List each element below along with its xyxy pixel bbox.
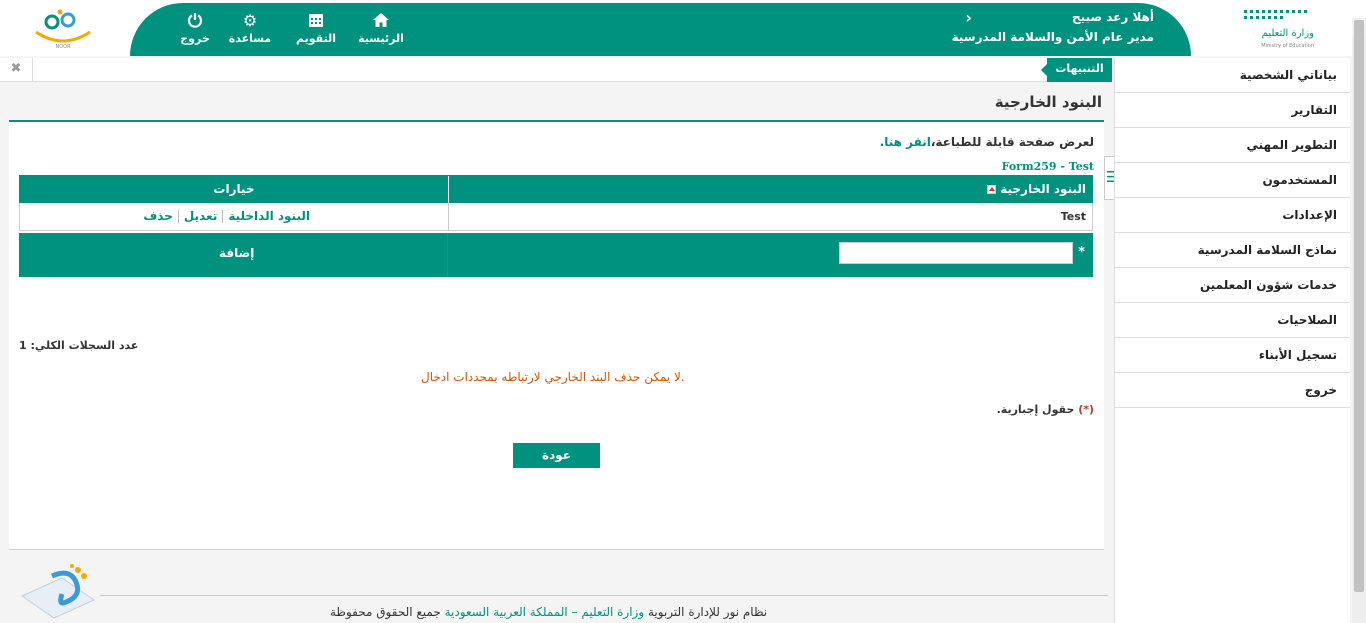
form-id: Form259 - Test: [1001, 160, 1094, 173]
svg-text:وزارة التعليم: وزارة التعليم: [1262, 28, 1314, 39]
nav-home[interactable]: الرئيسية: [351, 12, 411, 45]
sidebar-item-teacher-services[interactable]: خدمات شؤون المعلمين: [1115, 268, 1350, 303]
page-title: البنود الخارجية: [994, 93, 1102, 111]
column-header-name[interactable]: البنود الخارجية: [448, 176, 1092, 203]
top-header: NOOR خروج ⚙ مساعدة التقويم الرئيسية › أه…: [0, 0, 1366, 56]
footer: نظام نور للإدارة التربوية وزارة التعليم …: [330, 605, 767, 619]
edit-link[interactable]: تعديل: [184, 209, 217, 223]
main-content: ✖ التنبيهات البنود الخارجية ☰ لعرض صفحة …: [0, 58, 1120, 623]
required-note-star: (*): [1078, 403, 1094, 416]
gear-icon: ⚙: [242, 11, 258, 30]
sidebar-item-settings[interactable]: الإعدادات: [1115, 198, 1350, 233]
nav-calendar-label: التقويم: [296, 32, 336, 45]
divider: [177, 210, 179, 223]
content-panel: ☰ لعرض صفحة قابلة للطباعة،انقر هنا. Form…: [9, 120, 1120, 550]
sort-icon[interactable]: [987, 185, 997, 194]
sidebar: بياناتي الشخصية التقارير التطوير المهني …: [1114, 58, 1350, 623]
delete-link[interactable]: حذف: [143, 209, 173, 223]
nav-home-label: الرئيسية: [358, 32, 404, 45]
total-records: عدد السجلات الكلي: 1: [19, 339, 139, 352]
print-line: لعرض صفحة قابلة للطباعة،انقر هنا.: [880, 135, 1094, 149]
warning-message: لا يمكن حذف البند الخارجي لارتباطه بمحدد…: [421, 370, 685, 384]
vertical-scrollbar[interactable]: [1352, 18, 1366, 623]
user-greeting: أهلا رعد صبيح: [1072, 10, 1154, 24]
calendar-icon: [286, 12, 346, 32]
add-button[interactable]: إضافة: [219, 246, 254, 260]
sidebar-item-users[interactable]: المستخدمون: [1115, 163, 1350, 198]
footer-ministry: وزارة التعليم – المملكة العربية السعودية: [444, 605, 645, 619]
nav-help[interactable]: ⚙ مساعدة: [220, 11, 280, 46]
nav-logout-label: خروج: [180, 32, 210, 45]
footer-system: نظام نور للإدارة التربوية: [647, 605, 768, 619]
svg-text:Ministry of Education: Ministry of Education: [1261, 43, 1314, 49]
footer-rights: جميع الحقوق محفوظة: [330, 605, 441, 619]
sidebar-item-professional-development[interactable]: التطوير المهني: [1115, 128, 1350, 163]
alerts-bar: ✖ التنبيهات: [0, 58, 1112, 82]
print-text: لعرض صفحة قابلة للطباعة،: [930, 135, 1094, 149]
cell-name: Test: [448, 203, 1092, 230]
column-header-options: خيارات: [213, 182, 255, 196]
back-button[interactable]: عودة: [513, 443, 600, 468]
scrollbar-thumb[interactable]: [1354, 20, 1364, 592]
svg-text:NOOR: NOOR: [55, 44, 71, 50]
sidebar-item-children-registration[interactable]: تسجيل الأبناء: [1115, 338, 1350, 373]
power-icon: [165, 12, 225, 32]
user-role: مدير عام الأمن والسلامة المدرسية: [951, 30, 1154, 44]
home-icon: [351, 12, 411, 32]
chevron-right-icon[interactable]: ›: [965, 8, 972, 27]
new-item-input[interactable]: [839, 242, 1073, 264]
grid-header: البنود الخارجية خيارات: [19, 175, 1093, 203]
footer-divider: [100, 595, 1108, 596]
divider: [447, 233, 448, 277]
required-note-text: حقول إجبارية.: [996, 403, 1075, 416]
sidebar-item-permissions[interactable]: الصلاحيات: [1115, 303, 1350, 338]
nav-calendar[interactable]: التقويم: [286, 12, 346, 45]
nav-logout[interactable]: خروج: [165, 12, 225, 45]
items-grid: البنود الخارجية خيارات Test البنود الداخ…: [19, 175, 1093, 277]
nav-help-label: مساعدة: [228, 32, 272, 45]
column-header-name-label: البنود الخارجية: [1000, 182, 1086, 196]
close-icon[interactable]: ✖: [0, 58, 33, 82]
cell-options: البنود الداخلية تعديل حذف: [20, 203, 448, 230]
add-row: * إضافة: [19, 233, 1093, 277]
noor-mascot-logo: [20, 564, 96, 619]
noor-logo[interactable]: NOOR: [30, 6, 96, 50]
sidebar-item-logout[interactable]: خروج: [1115, 373, 1350, 408]
sidebar-item-reports[interactable]: التقارير: [1115, 93, 1350, 128]
divider: [222, 210, 224, 223]
table-row: Test البنود الداخلية تعديل حذف: [19, 203, 1093, 231]
sidebar-item-safety-forms[interactable]: نماذج السلامة المدرسية: [1115, 233, 1350, 268]
ministry-logo: وزارة التعليم Ministry of Education: [1244, 10, 1314, 49]
required-marker: *: [1078, 245, 1085, 260]
alerts-tab[interactable]: التنبيهات: [1041, 58, 1112, 82]
inner-items-link[interactable]: البنود الداخلية: [228, 209, 310, 223]
required-note: (*) حقول إجبارية.: [997, 403, 1094, 416]
print-link[interactable]: انقر هنا.: [880, 135, 931, 149]
sidebar-item-profile[interactable]: بياناتي الشخصية: [1115, 58, 1350, 93]
